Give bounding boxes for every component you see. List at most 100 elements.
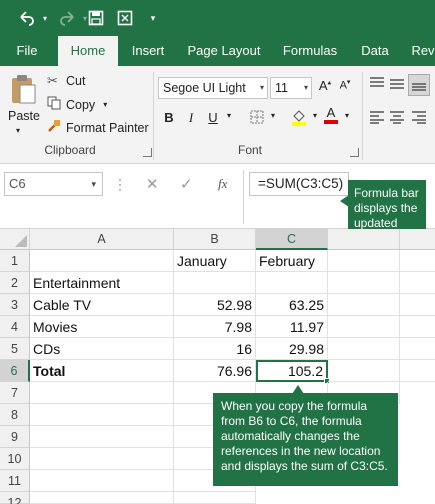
cancel-icon[interactable]: ✕ bbox=[146, 175, 159, 193]
align-bottom-icon[interactable] bbox=[408, 74, 430, 96]
cell-a4[interactable]: Movies bbox=[30, 316, 174, 338]
cell-a1[interactable] bbox=[30, 250, 174, 272]
cell-c5[interactable]: 29.98 bbox=[256, 338, 328, 360]
cell-c4[interactable]: 11.97 bbox=[256, 316, 328, 338]
select-all-corner[interactable] bbox=[0, 229, 30, 250]
row-header[interactable]: 8 bbox=[0, 404, 30, 426]
cut-label: Cut bbox=[66, 74, 86, 88]
row-header-selected[interactable]: 6 bbox=[0, 360, 30, 382]
cell-c3[interactable]: 63.25 bbox=[256, 294, 328, 316]
cell-a6[interactable]: Total bbox=[30, 360, 174, 382]
tab-formulas[interactable]: Formulas bbox=[278, 36, 342, 66]
row-header[interactable]: 1 bbox=[0, 250, 30, 272]
tab-file[interactable]: File bbox=[8, 36, 46, 66]
align-top-icon[interactable] bbox=[368, 76, 386, 93]
enter-checkmark-icon[interactable]: ✓ bbox=[180, 175, 193, 193]
row-header[interactable]: 9 bbox=[0, 426, 30, 448]
cut-button[interactable]: ✂ Cut bbox=[47, 73, 85, 89]
row-header[interactable]: 4 bbox=[0, 316, 30, 338]
row-header[interactable]: 7 bbox=[0, 382, 30, 404]
cell-b6[interactable]: 76.96 bbox=[174, 360, 256, 382]
name-box-value: C6 bbox=[9, 176, 26, 191]
tab-insert[interactable]: Insert bbox=[124, 36, 172, 66]
cell-d5[interactable] bbox=[328, 338, 400, 360]
undo-icon[interactable] bbox=[14, 8, 38, 28]
cell-a5[interactable]: CDs bbox=[30, 338, 174, 360]
cell-a12[interactable] bbox=[30, 492, 174, 504]
cell-b2[interactable] bbox=[174, 272, 256, 294]
decrease-font-icon[interactable]: A▾ bbox=[336, 78, 354, 92]
font-color-dropdown-icon[interactable]: ▾ bbox=[338, 111, 356, 120]
cell-a2[interactable]: Entertainment bbox=[30, 272, 174, 294]
cell-a9[interactable] bbox=[30, 426, 174, 448]
name-box[interactable]: C6 ▾ bbox=[4, 172, 103, 196]
align-right-icon[interactable] bbox=[410, 110, 428, 127]
font-launcher-icon[interactable] bbox=[350, 148, 359, 157]
cell-a7[interactable] bbox=[30, 382, 174, 404]
cell-e1[interactable] bbox=[400, 250, 435, 272]
clipboard-launcher-icon[interactable] bbox=[143, 148, 152, 157]
column-header[interactable] bbox=[400, 229, 435, 250]
tab-page-layout[interactable]: Page Layout bbox=[184, 36, 264, 66]
cell-e6[interactable] bbox=[400, 360, 435, 382]
row-header[interactable]: 10 bbox=[0, 448, 30, 470]
cell-a10[interactable] bbox=[30, 448, 174, 470]
cell-b4[interactable]: 7.98 bbox=[174, 316, 256, 338]
cell-d3[interactable] bbox=[328, 294, 400, 316]
paste-dropdown-icon[interactable]: ▾ bbox=[16, 126, 20, 135]
font-family-combo[interactable]: Segoe UI Light ▾ bbox=[158, 77, 268, 99]
cell-b12[interactable] bbox=[174, 492, 256, 504]
column-header-selected[interactable]: C bbox=[256, 229, 328, 250]
paste-button-label[interactable]: Paste bbox=[8, 109, 40, 123]
copy-button[interactable]: Copy ▾ bbox=[47, 96, 107, 113]
align-middle-icon[interactable] bbox=[388, 76, 406, 93]
undo-dropdown-icon[interactable]: ▾ bbox=[40, 8, 50, 28]
bold-icon[interactable]: B bbox=[160, 110, 178, 125]
cell-c1[interactable]: February bbox=[256, 250, 328, 272]
cell-a11[interactable] bbox=[30, 470, 174, 492]
cell-e3[interactable] bbox=[400, 294, 435, 316]
underline-dropdown-icon[interactable]: ▾ bbox=[220, 111, 238, 120]
column-header[interactable]: B bbox=[174, 229, 256, 250]
cell-d1[interactable] bbox=[328, 250, 400, 272]
paste-icon[interactable] bbox=[6, 72, 40, 106]
cell-d6[interactable] bbox=[328, 360, 400, 382]
redo-icon[interactable] bbox=[56, 8, 80, 28]
column-header[interactable] bbox=[328, 229, 400, 250]
increase-font-icon[interactable]: A▴ bbox=[316, 78, 334, 93]
cell-c2[interactable] bbox=[256, 272, 328, 294]
cell-b3[interactable]: 52.98 bbox=[174, 294, 256, 316]
insert-function-icon[interactable]: fx bbox=[218, 176, 227, 192]
borders-dropdown-icon[interactable]: ▾ bbox=[264, 111, 282, 120]
touch-mode-icon[interactable] bbox=[115, 8, 135, 28]
cell-d4[interactable] bbox=[328, 316, 400, 338]
row-header[interactable]: 2 bbox=[0, 272, 30, 294]
align-left-icon[interactable] bbox=[368, 110, 386, 127]
format-painter-button[interactable]: Format Painter bbox=[47, 119, 149, 136]
cell-d2[interactable] bbox=[328, 272, 400, 294]
cell-a8[interactable] bbox=[30, 404, 174, 426]
cell-e5[interactable] bbox=[400, 338, 435, 360]
column-header[interactable]: A bbox=[30, 229, 174, 250]
cell-b1[interactable]: January bbox=[174, 250, 256, 272]
cell-c6-selected[interactable]: 105.2 bbox=[256, 360, 328, 382]
tab-data[interactable]: Data bbox=[356, 36, 394, 66]
align-center-icon[interactable] bbox=[388, 110, 406, 127]
formula-input[interactable]: =SUM(C3:C5) bbox=[249, 172, 349, 196]
customize-chevron-icon[interactable]: ▾ bbox=[146, 8, 160, 28]
font-family-value: Segoe UI Light bbox=[163, 81, 246, 95]
cell-e2[interactable] bbox=[400, 272, 435, 294]
row-header[interactable]: 11 bbox=[0, 470, 30, 492]
row-header[interactable]: 3 bbox=[0, 294, 30, 316]
tab-home[interactable]: Home bbox=[58, 36, 118, 66]
row-header[interactable]: 12 bbox=[0, 492, 30, 504]
font-size-combo[interactable]: 11 ▾ bbox=[270, 77, 312, 99]
font-size-value: 11 bbox=[275, 81, 288, 95]
save-icon[interactable] bbox=[86, 8, 106, 28]
cell-a3[interactable]: Cable TV bbox=[30, 294, 174, 316]
tab-review[interactable]: Rev bbox=[406, 36, 435, 66]
row-header[interactable]: 5 bbox=[0, 338, 30, 360]
italic-icon[interactable]: I bbox=[182, 110, 200, 126]
cell-b5[interactable]: 16 bbox=[174, 338, 256, 360]
cell-e4[interactable] bbox=[400, 316, 435, 338]
